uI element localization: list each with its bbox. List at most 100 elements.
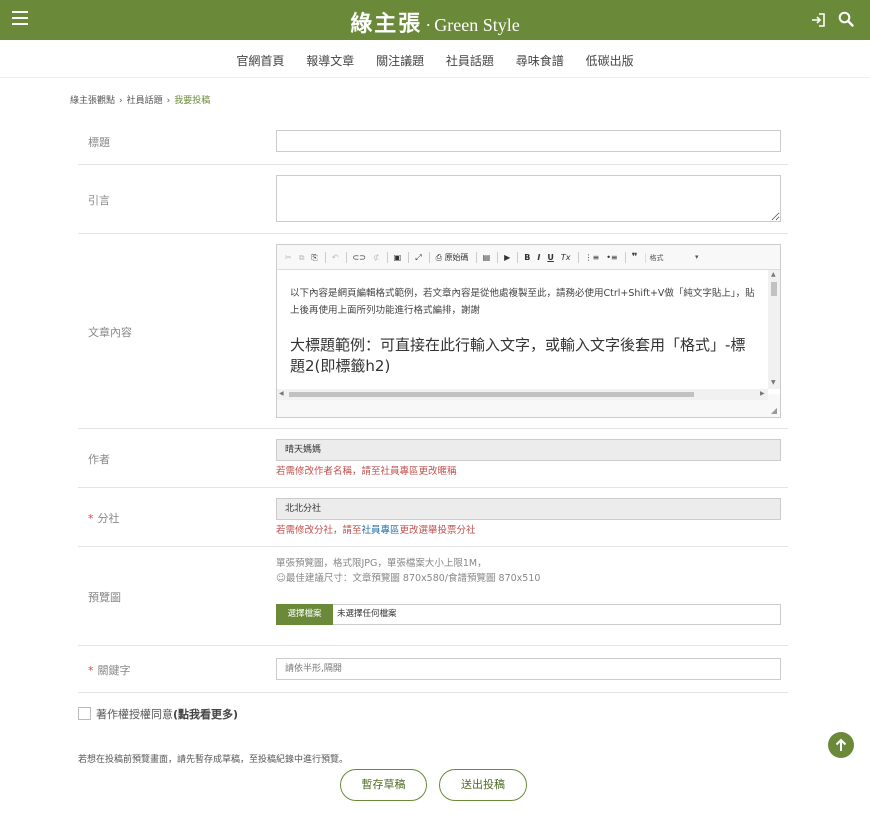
remove-format-icon[interactable]: Tx (561, 253, 571, 262)
nav-home[interactable]: 官網首頁 (236, 52, 284, 69)
submit-button[interactable]: 送出投稿 (439, 769, 527, 801)
required-marker: * (88, 512, 94, 525)
search-icon[interactable] (837, 10, 855, 28)
site-logo[interactable]: 綠主張 · Green Style (0, 6, 870, 38)
format-dropdown-label: 格式 (649, 253, 664, 262)
source-label: 原始碼 (444, 253, 469, 262)
template-icon[interactable]: ▤ (483, 253, 491, 262)
breadcrumb-item-member-topics[interactable]: 社員話題 (127, 96, 163, 106)
source-button[interactable]: ⎙ 原始碼 (436, 252, 469, 263)
editor-paragraph: 以下內容是網頁編輯格式範例，若文章內容是從他處複製至此，請務必使用Ctrl+Sh… (290, 288, 755, 316)
author-note: 若需修改作者名稱，請至社員專區更改暱稱 (276, 466, 457, 477)
toolbar-separator (475, 252, 477, 263)
undo-icon[interactable]: ↶ (332, 253, 339, 262)
toolbar-separator (428, 252, 430, 263)
copy-icon[interactable]: ⧉ (299, 253, 305, 263)
resize-handle-icon[interactable]: ◢ (771, 406, 777, 415)
toolbar-separator (324, 252, 326, 263)
form-row-title: 標題 (78, 118, 788, 165)
form-row-author: 作者 晴天媽媽 若需修改作者名稱，請至社員專區更改暱稱 (78, 429, 788, 488)
branch-field: 北北分社 (276, 498, 781, 520)
logo-english: Green Style (434, 15, 520, 35)
copyright-more-link[interactable]: (點我看更多) (173, 708, 238, 721)
editor-toolbar: ✂ ⧉ ⎘ ↶ ⊂⊃ ⊄ ▣ ⤢ ⎙ 原始碼 ▤ ▶ B I U Tx ⋮≡ •≡ ❞ 格式 ▾ (277, 245, 780, 270)
keyword-input[interactable] (276, 658, 781, 680)
toolbar-separator (386, 252, 388, 263)
media-icon[interactable]: ▶ (504, 253, 510, 262)
preview-label: 預覽圖 (88, 591, 121, 604)
author-label: 作者 (88, 453, 110, 466)
breadcrumb: 綠主張觀點 › 社員話題 › 我要投稿 (70, 93, 210, 106)
scroll-left-arrow-icon[interactable]: ◀ (279, 390, 284, 397)
editor-heading: 大標題範例：可直接在此行輸入文字，或輸入文字後套用「格式」-標題2(即標籤h2) (290, 336, 746, 375)
toolbar-separator (517, 252, 519, 263)
form-row-content: 文章內容 ✂ ⧉ ⎘ ↶ ⊂⊃ ⊄ ▣ ⤢ ⎙ 原始碼 ▤ ▶ B I U Tx ⋮≡ •≡ ❞ 格式 ▾ 以下內容是… (78, 234, 788, 429)
member-area-link[interactable]: 社員專區 (362, 525, 400, 536)
italic-button[interactable]: I (537, 253, 540, 262)
format-dropdown[interactable]: 格式 ▾ (644, 252, 701, 263)
blockquote-icon[interactable]: ❞ (632, 252, 638, 263)
editor-content-area[interactable]: 以下內容是網頁編輯格式範例，若文章內容是從他處複製至此，請務必使用Ctrl+Sh… (277, 270, 780, 394)
breadcrumb-current: 我要投稿 (174, 96, 211, 106)
copyright-label: 著作權授權同意 (96, 708, 173, 721)
chevron-down-icon: ▾ (694, 252, 699, 261)
bold-button[interactable]: B (524, 253, 530, 262)
toolbar-separator (408, 252, 410, 263)
copyright-checkbox[interactable] (78, 707, 91, 720)
branch-note: 若需修改分社，請至社員專區更改選舉投票分社 (276, 522, 476, 536)
toolbar-separator (624, 252, 626, 263)
copyright-consent[interactable]: 著作權授權同意(點我看更多) (78, 706, 238, 722)
scrollbar-thumb[interactable] (289, 392, 694, 397)
nav-articles[interactable]: 報導文章 (306, 52, 354, 69)
maximize-icon[interactable]: ⤢ (415, 253, 421, 263)
editor-horizontal-scrollbar[interactable]: ◀ ▶ (277, 389, 768, 400)
toolbar-separator (577, 252, 579, 263)
author-field: 晴天媽媽 (276, 439, 781, 461)
link-icon[interactable]: ⊂⊃ (353, 253, 366, 262)
save-draft-button[interactable]: 暫存草稿 (340, 769, 427, 801)
scroll-up-arrow-icon[interactable]: ▲ (771, 271, 776, 278)
title-label: 標題 (88, 136, 110, 149)
preview-note-line-1: 單張預覽圖，格式限JPG，單張檔案大小上限1M， (276, 558, 487, 569)
content-label: 文章內容 (88, 326, 132, 339)
main-nav: 官網首頁 報導文章 關注議題 社員話題 尋味食譜 低碳出版 (0, 40, 870, 78)
toolbar-separator (345, 252, 347, 263)
nav-publishing[interactable]: 低碳出版 (586, 52, 634, 69)
back-to-top-button[interactable] (828, 732, 854, 758)
breadcrumb-separator: › (166, 96, 171, 106)
nav-issues[interactable]: 關注議題 (376, 52, 424, 69)
keyword-label: 關鍵字 (97, 664, 131, 677)
scroll-down-arrow-icon[interactable]: ▼ (771, 379, 776, 386)
nav-recipes[interactable]: 尋味食譜 (516, 52, 564, 69)
preview-note-line-2: ☺最佳建議尺寸：文章預覽圖 870x580/食譜預覽圖 870x510 (276, 573, 541, 584)
branch-label: 分社 (97, 512, 120, 525)
scrollbar-thumb[interactable] (771, 282, 777, 296)
intro-label: 引言 (88, 194, 110, 207)
required-marker: * (88, 664, 94, 677)
file-status: 未選擇任何檔案 (333, 604, 781, 625)
logo-dot: · (425, 15, 432, 35)
breadcrumb-separator: › (119, 96, 123, 106)
breadcrumb-item-viewpoint[interactable]: 綠主張觀點 (70, 96, 115, 106)
bullet-list-icon[interactable]: •≡ (606, 253, 617, 262)
unlink-icon[interactable]: ⊄ (373, 253, 380, 262)
form-row-preview: 預覽圖 單張預覽圖，格式限JPG，單張檔案大小上限1M， ☺最佳建議尺寸：文章預… (78, 547, 788, 646)
logo-chinese: 綠主張 (350, 11, 423, 37)
branch-note-pre: 若需修改分社，請至 (276, 525, 362, 536)
underline-button[interactable]: U (547, 253, 554, 262)
rich-text-editor: ✂ ⧉ ⎘ ↶ ⊂⊃ ⊄ ▣ ⤢ ⎙ 原始碼 ▤ ▶ B I U Tx ⋮≡ •≡ ❞ 格式 ▾ 以下內容是網頁編輯格… (276, 244, 781, 418)
cut-icon[interactable]: ✂ (285, 253, 292, 262)
numbered-list-icon[interactable]: ⋮≡ (585, 253, 600, 262)
title-input[interactable] (276, 130, 781, 152)
image-icon[interactable]: ▣ (394, 253, 402, 262)
intro-textarea[interactable] (276, 175, 781, 222)
choose-file-button[interactable]: 選擇檔案 (276, 604, 333, 625)
nav-member-topics[interactable]: 社員話題 (446, 52, 494, 69)
scroll-right-arrow-icon[interactable]: ▶ (760, 390, 765, 397)
top-bar: 綠主張 · Green Style (0, 0, 870, 40)
preview-hint: 若想在投稿前預覽畫面，請先暫存成草稿，至投稿紀錄中進行預覽。 (78, 755, 349, 765)
editor-vertical-scrollbar[interactable]: ▲ ▼ (768, 270, 780, 389)
form-row-branch: * 分社 北北分社 若需修改分社，請至社員專區更改選舉投票分社 (78, 488, 788, 547)
paste-icon[interactable]: ⎘ (311, 253, 317, 263)
login-icon[interactable] (810, 11, 828, 29)
